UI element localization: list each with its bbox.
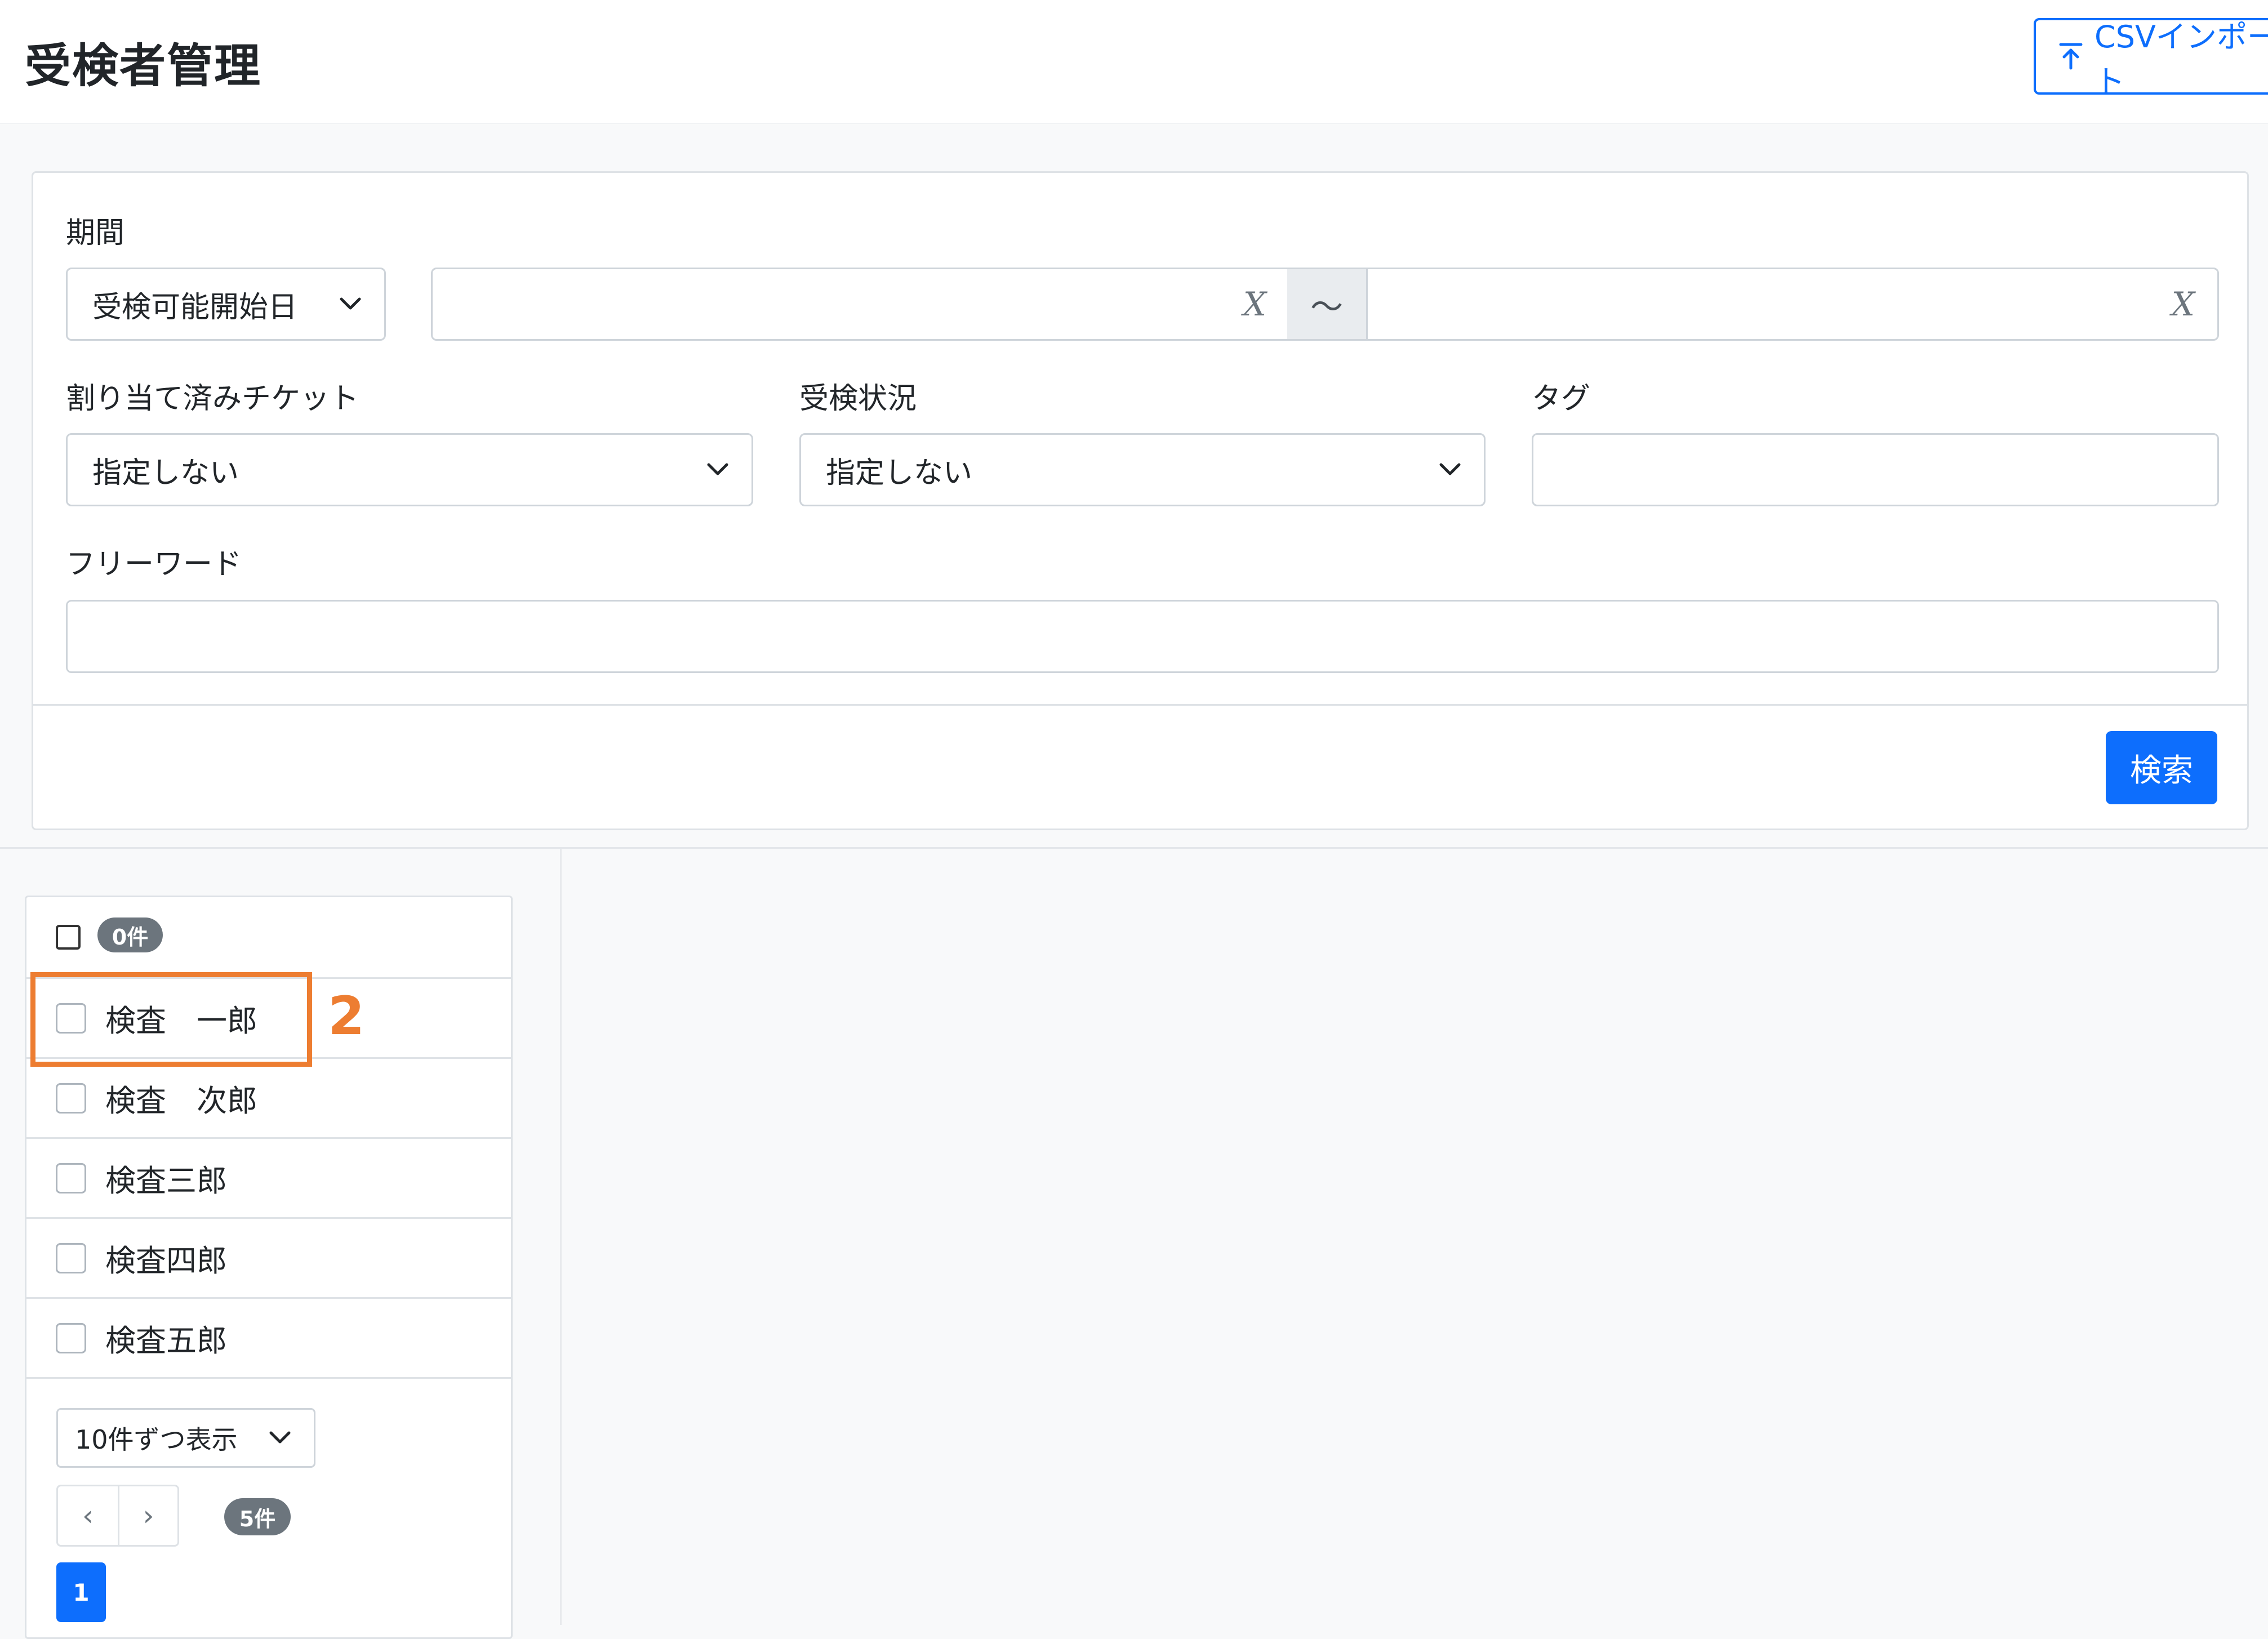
row-checkbox[interactable] xyxy=(56,1322,86,1353)
list-item[interactable]: 検査三郎 xyxy=(26,1137,511,1217)
select-all-row: 0件 xyxy=(26,897,511,977)
select-all-checkbox[interactable] xyxy=(56,925,81,950)
examinee-name: 検査三郎 xyxy=(105,1163,227,1199)
examinee-name: 検査 次郎 xyxy=(105,1083,257,1119)
page-title: 受検者管理 xyxy=(25,39,262,93)
list-item[interactable]: 検査四郎 xyxy=(26,1217,511,1297)
search-filter-card: 期間 受検可能開始日 X 〜 X 割り当て済みチケット 指定しない 受検状況 指… xyxy=(32,171,2249,830)
list-item[interactable]: 検査 次郎 xyxy=(26,1057,511,1137)
freeword-label: フリーワード xyxy=(66,547,242,581)
ticket-select[interactable]: 指定しない xyxy=(66,433,753,506)
section-divider xyxy=(0,847,2268,849)
list-footer-divider xyxy=(26,1377,511,1379)
total-count-badge: 5件 xyxy=(224,1498,291,1535)
examinee-name: 検査四郎 xyxy=(105,1243,227,1279)
per-page-value: 10件ずつ表示 xyxy=(75,1424,238,1455)
ticket-select-value: 指定しない xyxy=(92,456,239,490)
period-start-input[interactable]: X xyxy=(431,268,1291,341)
row-checkbox[interactable] xyxy=(56,1163,86,1193)
freeword-input[interactable] xyxy=(66,600,2219,673)
period-type-select[interactable]: 受検可能開始日 xyxy=(66,268,386,341)
per-page-select[interactable]: 10件ずつ表示 xyxy=(56,1408,315,1468)
status-label: 受検状況 xyxy=(799,382,917,416)
row-checkbox[interactable] xyxy=(56,1242,86,1273)
annotation-highlight-box xyxy=(30,972,312,1067)
chevron-down-icon xyxy=(269,1431,291,1445)
page-header: 受検者管理 CSVインポート xyxy=(0,0,2268,124)
examinee-name: 検査五郎 xyxy=(105,1323,227,1359)
search-button[interactable]: 検索 xyxy=(2106,731,2217,804)
period-type-value: 受検可能開始日 xyxy=(92,290,298,324)
list-item[interactable]: 検査五郎 xyxy=(26,1297,511,1377)
next-page-button[interactable]: › xyxy=(118,1486,177,1545)
tag-input[interactable] xyxy=(1532,433,2219,506)
chevron-down-icon xyxy=(339,297,362,311)
clear-end-date-icon[interactable]: X xyxy=(2172,285,2195,323)
chevron-down-icon xyxy=(1439,462,1461,477)
row-checkbox[interactable] xyxy=(56,1083,86,1114)
clear-start-date-icon[interactable]: X xyxy=(1243,285,1266,323)
tag-label: タグ xyxy=(1532,382,1591,416)
selected-count-badge: 0件 xyxy=(97,918,163,952)
csv-import-button[interactable]: CSVインポート xyxy=(2034,18,2268,99)
prev-page-button[interactable]: ‹ xyxy=(58,1486,118,1545)
annotation-number: 2 xyxy=(328,986,365,1047)
period-label: 期間 xyxy=(66,216,125,250)
card-footer-divider xyxy=(33,704,2247,706)
status-select[interactable]: 指定しない xyxy=(799,433,1486,506)
period-end-input[interactable]: X xyxy=(1366,268,2219,341)
ticket-label: 割り当て済みチケット xyxy=(66,382,359,416)
pager: ‹ › xyxy=(56,1485,179,1547)
pane-divider xyxy=(560,849,562,1625)
status-select-value: 指定しない xyxy=(826,456,973,490)
upload-icon xyxy=(2058,42,2083,70)
range-separator: 〜 xyxy=(1287,268,1366,341)
page-1-button[interactable]: 1 xyxy=(56,1562,106,1622)
csv-import-label: CSVインポート xyxy=(2094,19,2268,99)
chevron-down-icon xyxy=(706,462,729,477)
